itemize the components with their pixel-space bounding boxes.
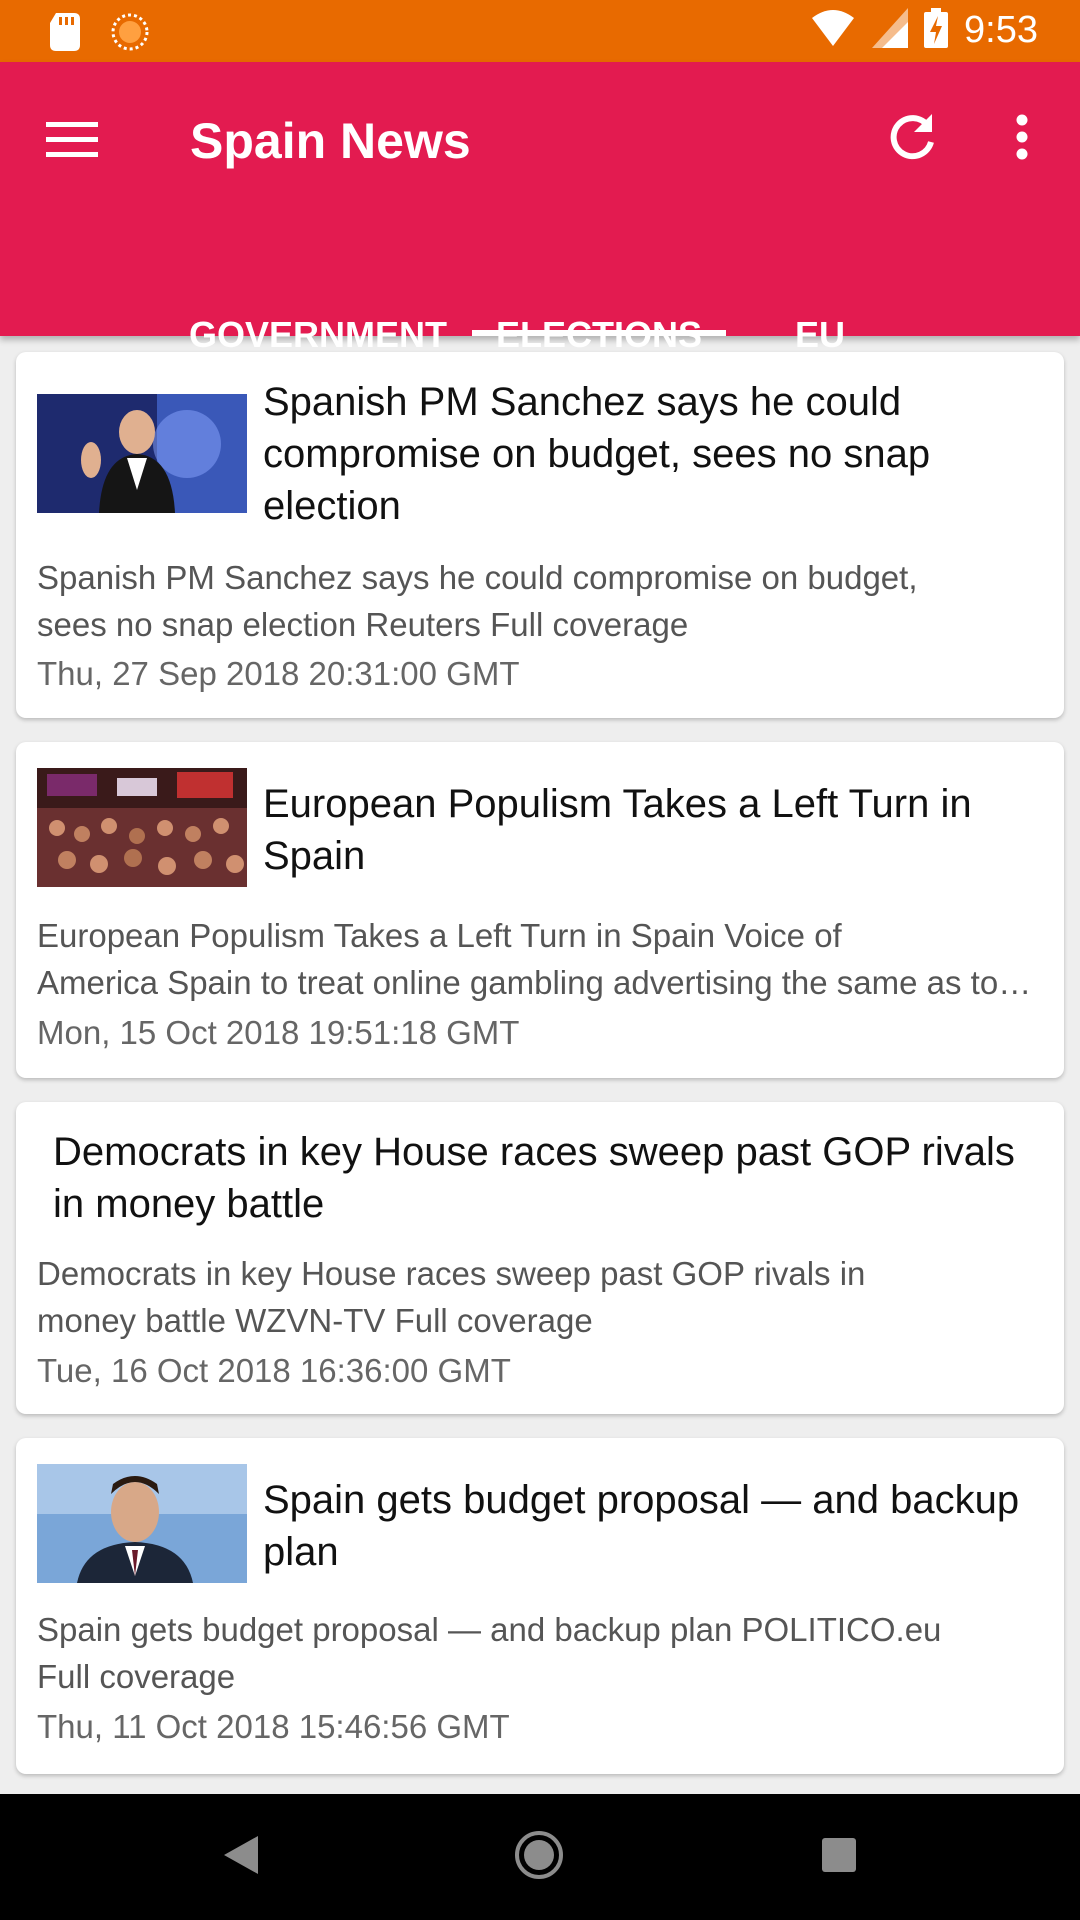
sd-card-icon bbox=[50, 13, 80, 56]
tab-indicator bbox=[472, 330, 726, 336]
news-card[interactable]: Democrats in key House races sweep past … bbox=[16, 1102, 1064, 1414]
tab-eu[interactable]: EU bbox=[760, 252, 880, 355]
status-right: 9:53 bbox=[810, 8, 1038, 53]
home-button[interactable] bbox=[504, 1822, 574, 1892]
recents-icon bbox=[822, 1837, 856, 1877]
tab-government[interactable]: GOVERNMENT bbox=[186, 252, 450, 355]
article-thumbnail bbox=[37, 394, 247, 513]
description-line: European Populism Takes a Left Turn in S… bbox=[37, 917, 842, 954]
back-button[interactable] bbox=[206, 1822, 276, 1892]
description-line: Spanish PM Sanchez says he could comprom… bbox=[37, 559, 918, 596]
status-time: 9:53 bbox=[964, 9, 1038, 51]
article-date: Tue, 16 Oct 2018 16:36:00 GMT bbox=[37, 1352, 511, 1389]
back-icon bbox=[224, 1835, 258, 1879]
home-icon bbox=[514, 1830, 564, 1885]
description-line: Spain gets budget proposal — and backup … bbox=[37, 1611, 942, 1648]
article-title: Spanish PM Sanchez says he could comprom… bbox=[263, 380, 931, 528]
news-card[interactable]: European Populism Takes a Left Turn in S… bbox=[16, 742, 1064, 1078]
app-bar: Spain News GOVERNMENT ELECTIONS EU bbox=[0, 62, 1080, 355]
sun-icon bbox=[110, 12, 150, 57]
battery-charging-icon bbox=[924, 8, 949, 53]
article-description: European Populism Takes a Left Turn in S… bbox=[37, 912, 1047, 1006]
tab-label: GOVERNMENT bbox=[188, 314, 447, 355]
article-date: Mon, 15 Oct 2018 19:51:18 GMT bbox=[37, 1014, 520, 1051]
article-title: Democrats in key House races sweep past … bbox=[53, 1130, 1015, 1226]
menu-icon bbox=[46, 120, 98, 165]
recents-button[interactable] bbox=[804, 1822, 874, 1892]
article-description: Spanish PM Sanchez says he could comprom… bbox=[37, 554, 1047, 648]
more-vert-icon bbox=[1015, 114, 1029, 165]
menu-button[interactable] bbox=[44, 114, 100, 170]
news-card[interactable]: Spain gets budget proposal — and backup … bbox=[16, 1438, 1064, 1774]
status-left bbox=[50, 12, 150, 57]
description-line: sees no snap election Reuters Full cover… bbox=[37, 606, 689, 643]
refresh-icon bbox=[888, 112, 938, 167]
refresh-button[interactable] bbox=[882, 104, 944, 174]
article-date: Thu, 27 Sep 2018 20:31:00 GMT bbox=[37, 655, 520, 692]
article-date: Thu, 11 Oct 2018 15:46:56 GMT bbox=[37, 1708, 510, 1745]
description-line: Full coverage bbox=[37, 1658, 236, 1695]
article-description: Democrats in key House races sweep past … bbox=[37, 1250, 1047, 1344]
tab-label: EU bbox=[794, 314, 845, 355]
app-title: Spain News bbox=[190, 113, 471, 169]
system-nav-bar bbox=[0, 1794, 1080, 1920]
article-title: Spain gets budget proposal — and backup … bbox=[263, 1478, 1020, 1574]
article-thumbnail bbox=[37, 1464, 247, 1583]
news-card[interactable]: Spanish PM Sanchez says he could comprom… bbox=[16, 352, 1064, 718]
more-options-button[interactable] bbox=[1000, 104, 1044, 174]
tab-elections[interactable]: ELECTIONS bbox=[472, 252, 726, 355]
wifi-icon bbox=[810, 8, 856, 53]
article-title: European Populism Takes a Left Turn in S… bbox=[263, 782, 972, 878]
description-line: America Spain to treat online gambling a… bbox=[37, 964, 1047, 1001]
description-line: money battle WZVN-TV Full coverage bbox=[37, 1302, 593, 1339]
description-line: Democrats in key House races sweep past … bbox=[37, 1255, 866, 1292]
signal-icon bbox=[872, 8, 909, 53]
article-description: Spain gets budget proposal — and backup … bbox=[37, 1606, 1047, 1700]
article-thumbnail bbox=[37, 768, 247, 887]
status-bar: 9:53 bbox=[0, 0, 1080, 62]
